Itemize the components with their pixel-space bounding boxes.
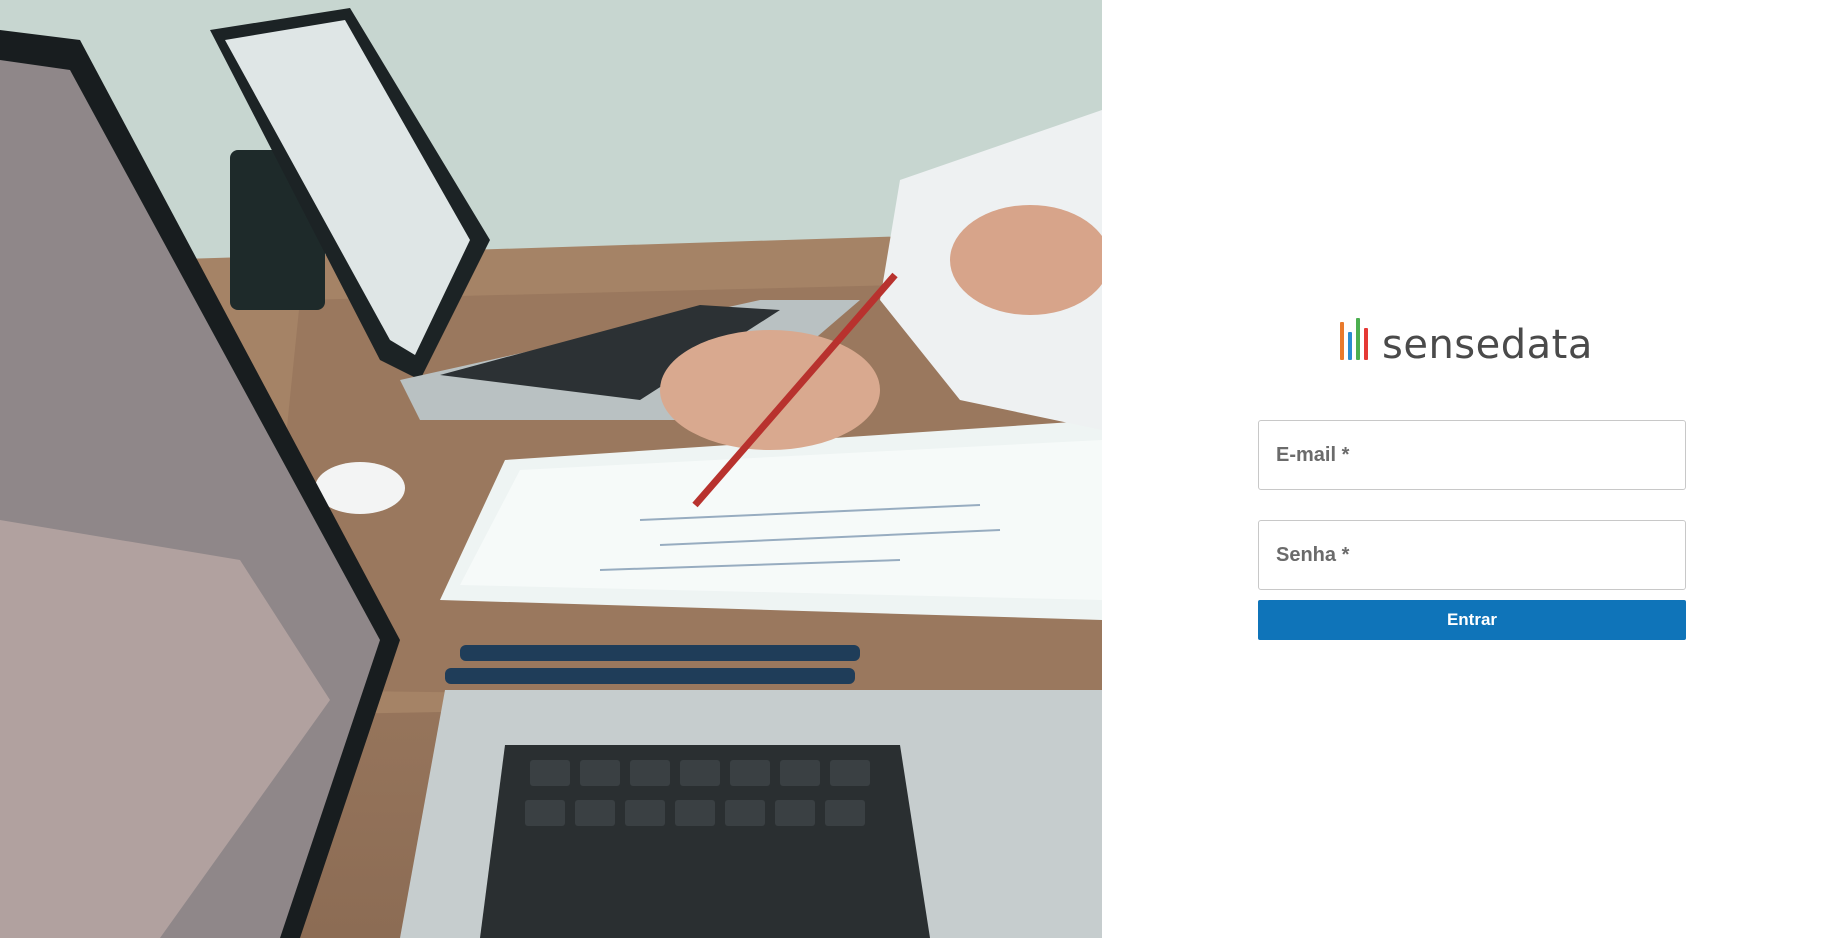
hero-photo	[0, 0, 1102, 938]
password-field[interactable]: Senha *	[1258, 520, 1686, 590]
logo-bar-blue	[1348, 332, 1352, 360]
office-desk-illustration	[0, 0, 1102, 938]
logo-bar-green	[1356, 318, 1360, 360]
logo-wordmark: sensedata	[1382, 322, 1593, 368]
logo-bar-red	[1364, 328, 1368, 360]
brand-logo: sensedata	[1340, 314, 1593, 365]
login-panel: sensedata E-mail * Senha * Entrar	[1102, 0, 1837, 938]
email-label: E-mail *	[1276, 443, 1350, 466]
logo-bar-orange	[1340, 322, 1344, 360]
password-label: Senha *	[1276, 543, 1350, 566]
login-form: E-mail * Senha * Entrar	[1258, 420, 1686, 640]
email-field[interactable]: E-mail *	[1258, 420, 1686, 490]
logo-bars-icon	[1340, 318, 1368, 360]
login-button[interactable]: Entrar	[1258, 600, 1686, 640]
